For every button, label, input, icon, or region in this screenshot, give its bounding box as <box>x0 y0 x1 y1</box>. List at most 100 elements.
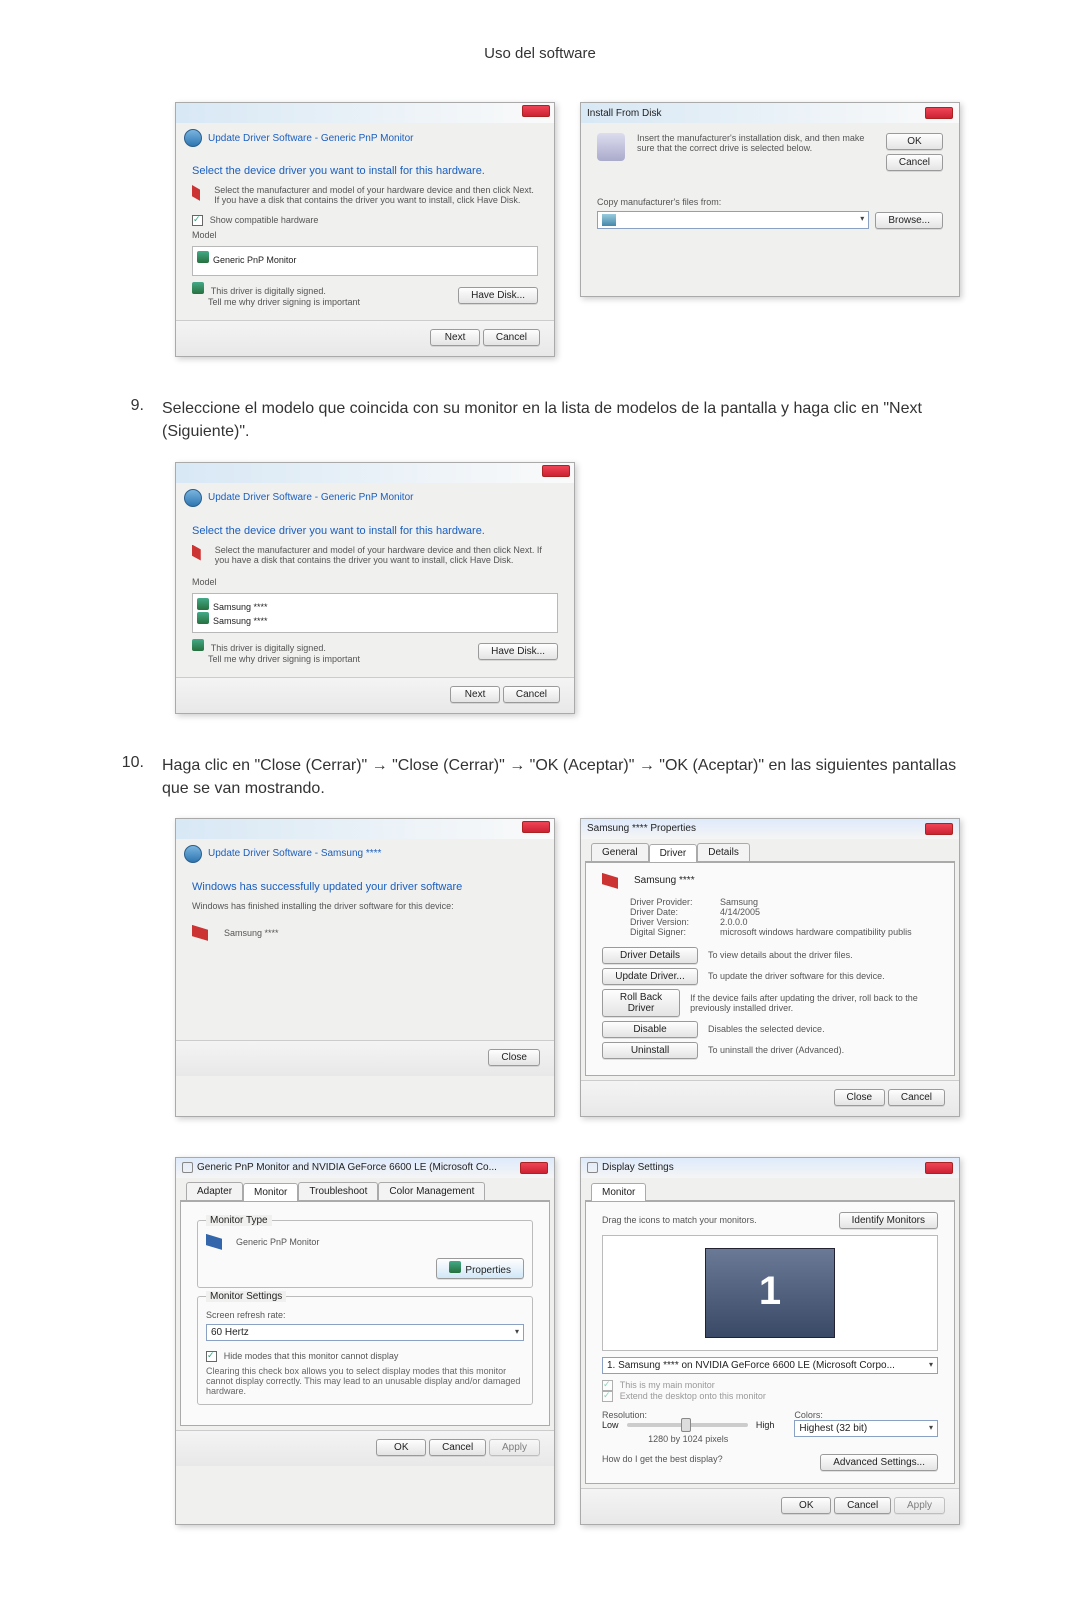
copy-from-combo[interactable]: ▾ <box>597 211 869 229</box>
cancel-button[interactable]: Cancel <box>429 1439 486 1456</box>
close-icon[interactable] <box>925 823 953 835</box>
dialog-title: Update Driver Software - Generic PnP Mon… <box>208 492 413 503</box>
ok-button[interactable]: OK <box>781 1497 831 1514</box>
have-disk-button[interactable]: Have Disk... <box>458 287 538 304</box>
colors-combo[interactable]: Highest (32 bit) ▾ <box>794 1420 938 1437</box>
monitor-select-combo[interactable]: 1. Samsung **** on NVIDIA GeForce 6600 L… <box>602 1357 938 1374</box>
page-header: Uso del software <box>0 0 1080 82</box>
close-icon[interactable] <box>925 1162 953 1174</box>
dialog-title: Generic PnP Monitor and NVIDIA GeForce 6… <box>197 1162 497 1173</box>
have-disk-button[interactable]: Have Disk... <box>478 643 558 660</box>
uninstall-button[interactable]: Uninstall <box>602 1042 698 1059</box>
close-icon[interactable] <box>925 107 953 119</box>
rollback-driver-button[interactable]: Roll Back Driver <box>602 989 680 1017</box>
chevron-down-icon: ▾ <box>860 214 864 226</box>
cancel-button[interactable]: Cancel <box>834 1497 891 1514</box>
model-listbox[interactable]: Samsung **** Samsung **** <box>192 593 558 633</box>
chevron-down-icon: ▾ <box>515 1327 519 1338</box>
close-icon[interactable] <box>522 821 550 833</box>
monitor-number: 1 <box>706 1249 834 1314</box>
refresh-value: 60 Hertz <box>211 1327 249 1338</box>
monitor-select-value: 1. Samsung **** on NVIDIA GeForce 6600 L… <box>607 1360 895 1371</box>
dialog-driver-finished: Update Driver Software - Samsung **** Wi… <box>175 818 555 1117</box>
shield-icon <box>197 612 209 624</box>
properties-button[interactable]: Properties <box>436 1258 524 1279</box>
identify-monitors-button[interactable]: Identify Monitors <box>839 1212 938 1229</box>
apply-button[interactable]: Apply <box>489 1439 540 1456</box>
step-number: 9. <box>120 397 144 443</box>
cancel-button[interactable]: Cancel <box>503 686 560 703</box>
hide-modes-desc: Clearing this check box allows you to se… <box>206 1366 524 1396</box>
close-button[interactable]: Close <box>834 1089 886 1106</box>
date-label: Driver Date: <box>630 907 720 917</box>
close-icon[interactable] <box>542 465 570 477</box>
driver-details-button[interactable]: Driver Details <box>602 947 698 964</box>
best-display-link[interactable]: How do I get the best display? <box>602 1454 723 1471</box>
signed-link[interactable]: Tell me why driver signing is important <box>208 297 360 307</box>
drive-icon <box>602 214 616 226</box>
shield-icon <box>449 1261 461 1273</box>
advanced-settings-button[interactable]: Advanced Settings... <box>820 1454 938 1471</box>
ok-button[interactable]: OK <box>886 133 943 150</box>
close-button[interactable]: Close <box>488 1049 540 1066</box>
cancel-button[interactable]: Cancel <box>886 154 943 171</box>
tab-adapter[interactable]: Adapter <box>186 1182 243 1200</box>
device-icon <box>192 925 208 941</box>
refresh-combo[interactable]: 60 Hertz ▾ <box>206 1324 524 1341</box>
disable-button[interactable]: Disable <box>602 1021 698 1038</box>
subtext: Select the manufacturer and model of you… <box>214 185 538 205</box>
apply-button[interactable]: Apply <box>894 1497 945 1514</box>
tab-general[interactable]: General <box>591 843 649 861</box>
update-driver-button[interactable]: Update Driver... <box>602 968 698 985</box>
next-button[interactable]: Next <box>430 329 480 346</box>
heading: Select the device driver you want to ins… <box>192 165 538 177</box>
refresh-label: Screen refresh rate: <box>206 1310 524 1320</box>
disk-icon <box>597 133 625 161</box>
device-icon <box>602 873 618 889</box>
cancel-button[interactable]: Cancel <box>483 329 540 346</box>
dialog-monitor-adapter: Generic PnP Monitor and NVIDIA GeForce 6… <box>175 1157 555 1525</box>
model-listbox[interactable]: Generic PnP Monitor <box>192 246 538 276</box>
colors-value: Highest (32 bit) <box>799 1423 867 1434</box>
dialog-title: Install From Disk <box>587 108 661 119</box>
browse-button[interactable]: Browse... <box>875 212 943 229</box>
update-driver-desc: To update the driver software for this d… <box>708 971 885 981</box>
monitor-type-value: Generic PnP Monitor <box>236 1237 319 1247</box>
back-icon[interactable] <box>184 845 202 863</box>
hide-modes-checkbox[interactable] <box>206 1351 217 1362</box>
next-button[interactable]: Next <box>450 686 500 703</box>
signed-label: This driver is digitally signed. <box>211 643 326 653</box>
tab-driver[interactable]: Driver <box>649 844 698 862</box>
extend-desktop-checkbox[interactable] <box>602 1391 613 1402</box>
tab-details[interactable]: Details <box>697 843 750 861</box>
heading: Windows has successfully updated your dr… <box>192 881 538 893</box>
cancel-button[interactable]: Cancel <box>888 1089 945 1106</box>
tab-monitor[interactable]: Monitor <box>243 1183 298 1201</box>
monitor-preview[interactable]: 1 <box>705 1248 835 1338</box>
date-value: 4/14/2005 <box>720 907 760 917</box>
back-icon[interactable] <box>184 489 202 507</box>
tab-color-management[interactable]: Color Management <box>378 1182 485 1200</box>
tab-troubleshoot[interactable]: Troubleshoot <box>298 1182 378 1200</box>
model-row: Generic PnP Monitor <box>213 255 296 265</box>
signed-link[interactable]: Tell me why driver signing is important <box>208 654 360 664</box>
close-icon[interactable] <box>520 1162 548 1174</box>
group-monitor-settings: Monitor Settings <box>206 1291 286 1302</box>
res-high: High <box>756 1420 775 1430</box>
provider-value: Samsung <box>720 897 758 907</box>
model-row: Samsung **** <box>213 602 268 612</box>
model-row: Samsung **** <box>213 616 268 626</box>
show-compatible-checkbox[interactable] <box>192 215 203 226</box>
chevron-down-icon: ▾ <box>929 1360 933 1371</box>
shield-icon <box>192 282 204 294</box>
ok-button[interactable]: OK <box>376 1439 426 1456</box>
subtext: Windows has finished installing the driv… <box>192 901 538 911</box>
show-compatible-label: Show compatible hardware <box>210 215 319 225</box>
disable-desc: Disables the selected device. <box>708 1024 825 1034</box>
back-icon[interactable] <box>184 129 202 147</box>
tab-monitor[interactable]: Monitor <box>591 1183 646 1201</box>
close-icon[interactable] <box>522 105 550 117</box>
version-value: 2.0.0.0 <box>720 917 748 927</box>
dialog-title: Update Driver Software - Generic PnP Mon… <box>208 133 413 144</box>
resolution-slider[interactable] <box>627 1423 748 1427</box>
